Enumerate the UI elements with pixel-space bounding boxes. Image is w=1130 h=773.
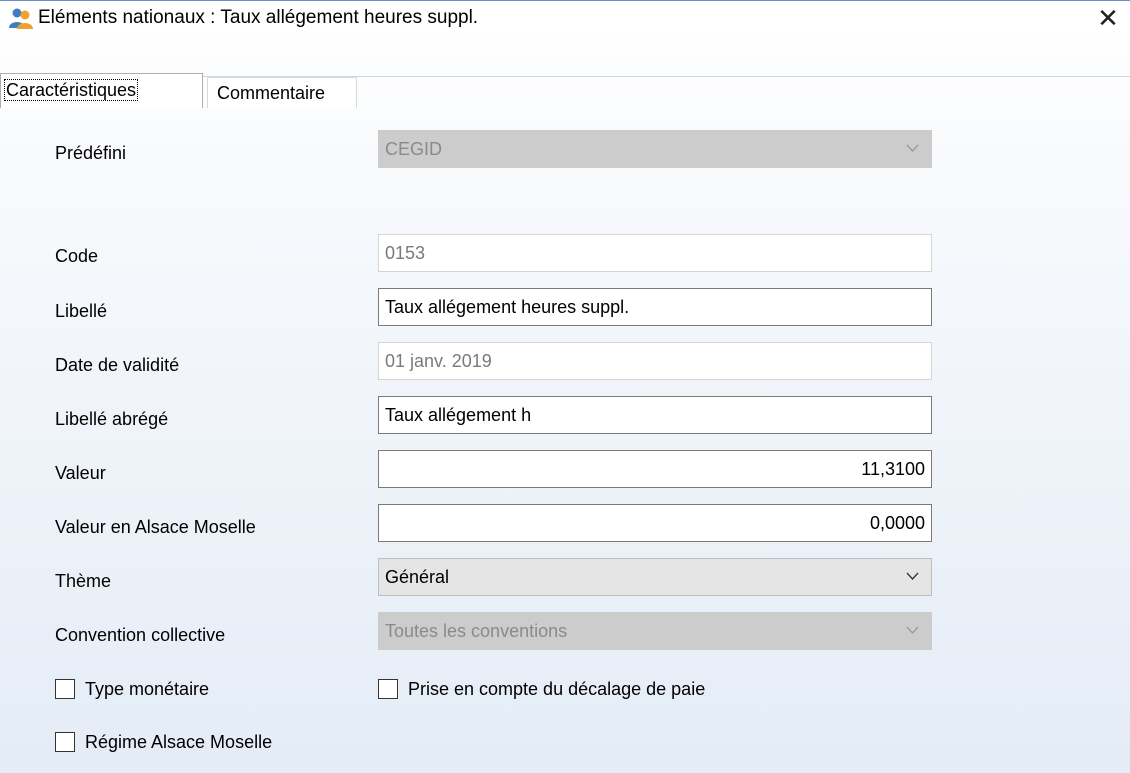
chevron-down-icon	[906, 144, 919, 152]
close-icon[interactable]: ✕	[1086, 1, 1130, 35]
date-validite-field: 01 janv. 2019	[378, 342, 932, 380]
libelle-abrege-label: Libellé abrégé	[55, 409, 169, 429]
regime-alsace-checkbox[interactable]: Régime Alsace Moselle	[55, 730, 355, 756]
libelle-label: Libellé	[55, 301, 108, 321]
tab-caracteristiques[interactable]: Caractéristiques	[0, 73, 203, 108]
predefini-select: CEGID	[378, 130, 932, 168]
valeur-label: Valeur	[55, 463, 106, 483]
valeur-field[interactable]: 11,3100	[378, 450, 932, 488]
predefini-label: Prédéfini	[55, 143, 127, 163]
decalage-paie-label: Prise en compte du décalage de paie	[408, 679, 706, 699]
type-monetaire-checkbox[interactable]: Type monétaire	[55, 677, 305, 703]
libelle-field[interactable]: Taux allégement heures suppl.	[378, 288, 932, 326]
decalage-paie-checkbox[interactable]: Prise en compte du décalage de paie	[378, 677, 828, 703]
valeur-alsace-label: Valeur en Alsace Moselle	[55, 517, 256, 537]
theme-select[interactable]: Général	[378, 558, 932, 596]
tab-commentaire[interactable]: Commentaire	[207, 77, 357, 108]
checkbox-box[interactable]	[55, 732, 75, 752]
libelle-abrege-field[interactable]: Taux allégement h	[378, 396, 932, 434]
theme-label: Thème	[55, 571, 112, 591]
window-title: Eléments nationaux : Taux allégement heu…	[38, 7, 479, 28]
chevron-down-icon	[906, 572, 919, 580]
chevron-down-icon	[906, 626, 919, 634]
convention-label: Convention collective	[55, 625, 226, 645]
title-bar: Eléments nationaux : Taux allégement heu…	[0, 0, 1130, 35]
type-monetaire-label: Type monétaire	[85, 679, 210, 699]
checkbox-box[interactable]	[55, 679, 75, 699]
convention-select: Toutes les conventions	[378, 612, 932, 650]
date-validite-label: Date de validité	[55, 355, 180, 375]
users-icon	[9, 8, 33, 29]
valeur-alsace-field[interactable]: 0,0000	[378, 504, 932, 542]
regime-alsace-label: Régime Alsace Moselle	[85, 732, 273, 752]
code-field: 0153	[378, 234, 932, 272]
code-label: Code	[55, 246, 99, 266]
checkbox-box[interactable]	[378, 679, 398, 699]
